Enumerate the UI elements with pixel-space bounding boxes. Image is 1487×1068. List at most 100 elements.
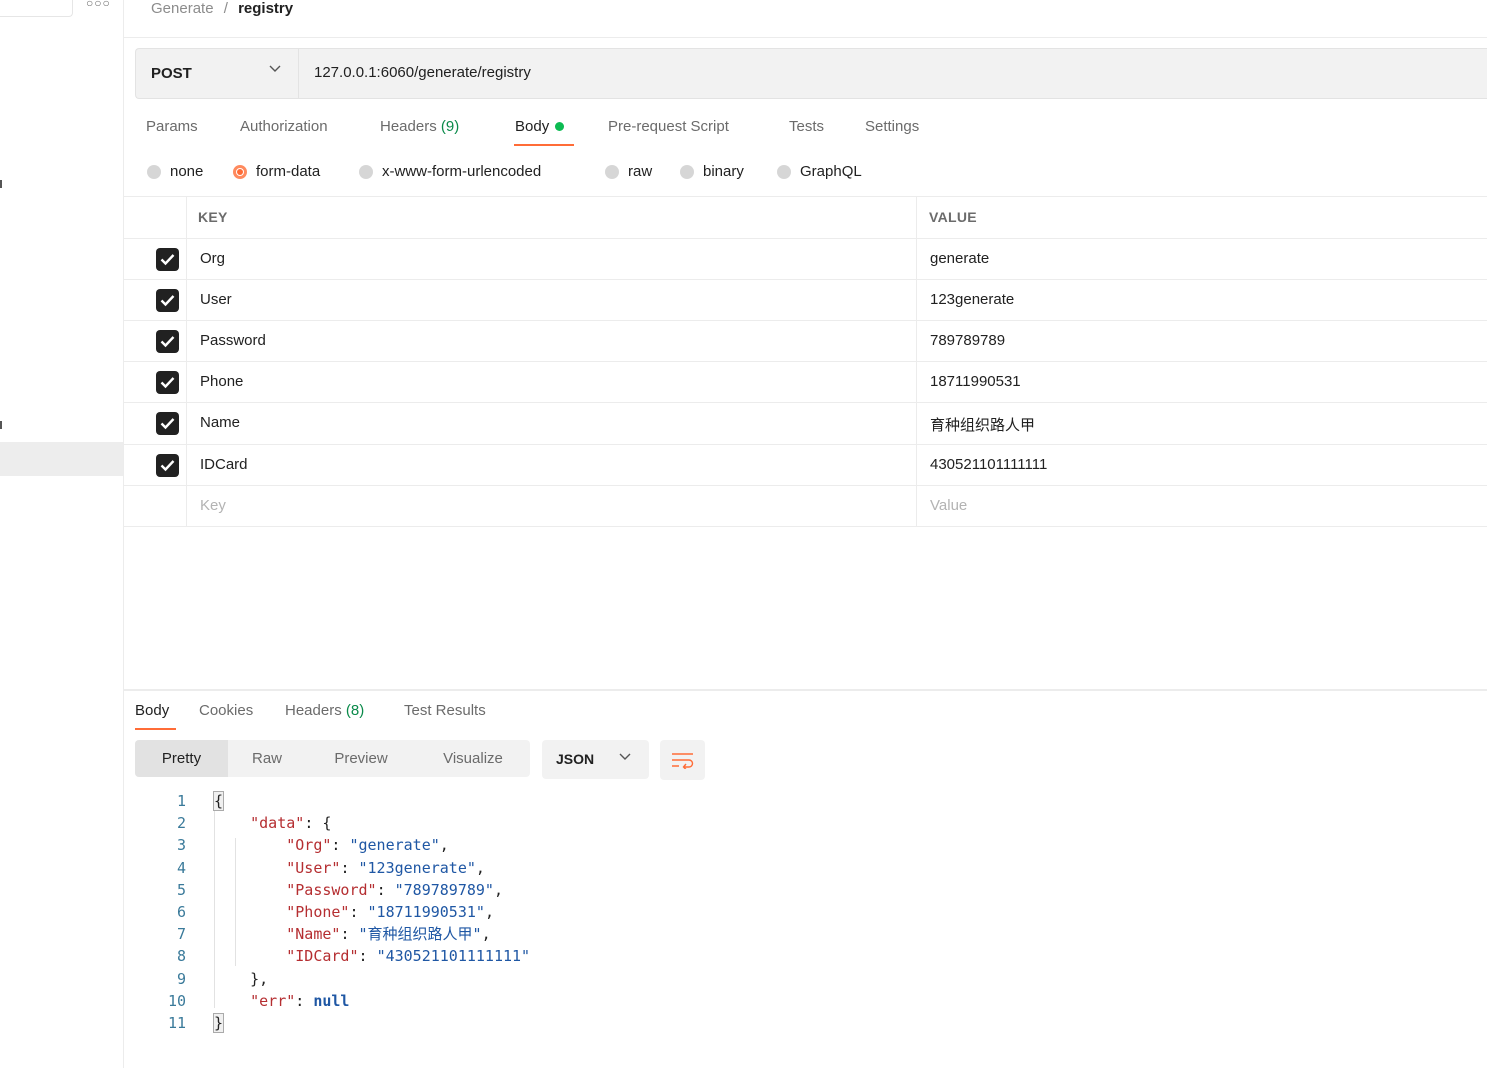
json-string: "generate" bbox=[349, 836, 440, 855]
line-number: 9 bbox=[176, 969, 186, 988]
tab-headers-count: (9) bbox=[440, 118, 460, 135]
sidebar-search-field[interactable] bbox=[0, 0, 73, 17]
row-key[interactable]: Phone bbox=[200, 373, 243, 390]
table-header: KEY VALUE bbox=[124, 196, 1487, 239]
value-column-header: VALUE bbox=[929, 209, 977, 225]
code-line: 11} bbox=[124, 1012, 1487, 1034]
new-value-input[interactable]: Value bbox=[930, 497, 967, 514]
response-body-viewer[interactable]: 1{ 2 "data": { 3 "Org": "generate", 4 "U… bbox=[124, 790, 1487, 1034]
code-line: 8 "IDCard": "430521101111111" bbox=[124, 945, 1487, 967]
json-key: "Phone" bbox=[286, 902, 350, 921]
breadcrumb-current[interactable]: registry bbox=[238, 0, 293, 17]
response-tab-headers[interactable]: Headers (8) bbox=[285, 702, 364, 719]
response-tab-test-results[interactable]: Test Results bbox=[404, 702, 486, 719]
radio-urlencoded-label: x-www-form-urlencoded bbox=[382, 163, 542, 180]
checkbox-checked-icon[interactable] bbox=[156, 330, 179, 353]
column-divider bbox=[916, 280, 917, 320]
response-tabs: Body Cookies Headers (8) Test Results bbox=[124, 700, 1487, 732]
tab-prerequest-script[interactable]: Pre-request Script bbox=[608, 118, 729, 135]
row-checkbox-cell bbox=[124, 486, 187, 526]
request-workspace: Generate / registry POST 127.0.0.1:6060/… bbox=[124, 0, 1487, 1068]
checkbox-checked-icon[interactable] bbox=[156, 289, 179, 312]
json-null: null bbox=[313, 991, 350, 1010]
format-visualize-button[interactable]: Visualize bbox=[416, 740, 530, 777]
row-checkbox-cell bbox=[124, 321, 187, 361]
json-key: "IDCard" bbox=[286, 947, 359, 966]
wrap-lines-icon bbox=[672, 753, 694, 769]
tab-body[interactable]: Body bbox=[515, 118, 565, 135]
tab-headers-label: Headers bbox=[380, 118, 437, 135]
column-divider bbox=[916, 403, 917, 444]
radio-none[interactable]: none bbox=[147, 163, 203, 180]
row-value[interactable]: 789789789 bbox=[930, 332, 1005, 349]
radio-raw[interactable]: raw bbox=[605, 163, 652, 180]
json-string: "育种组织路人甲" bbox=[358, 925, 482, 944]
json-string: "430521101111111" bbox=[376, 947, 531, 966]
radio-urlencoded[interactable]: x-www-form-urlencoded bbox=[359, 163, 541, 180]
checkbox-checked-icon[interactable] bbox=[156, 454, 179, 477]
response-divider[interactable] bbox=[124, 689, 1487, 691]
radio-none-label: none bbox=[170, 163, 204, 180]
response-tab-headers-label: Headers bbox=[285, 702, 342, 719]
wrap-lines-button[interactable] bbox=[660, 740, 705, 780]
column-divider bbox=[916, 486, 917, 526]
line-number: 5 bbox=[176, 880, 186, 899]
line-number: 6 bbox=[176, 902, 186, 921]
row-value[interactable]: 18711990531 bbox=[930, 373, 1021, 390]
radio-binary-label: binary bbox=[703, 163, 744, 180]
table-row: Name 育种组织路人甲 bbox=[124, 403, 1487, 445]
response-tab-body[interactable]: Body bbox=[135, 702, 169, 719]
checkbox-checked-icon[interactable] bbox=[156, 248, 179, 271]
chevron-down-icon bbox=[268, 61, 282, 78]
checkbox-checked-icon[interactable] bbox=[156, 412, 179, 435]
method-select[interactable]: POST bbox=[136, 49, 299, 98]
format-preview-button[interactable]: Preview bbox=[306, 740, 416, 777]
json-key: "Password" bbox=[286, 880, 377, 899]
format-raw-button[interactable]: Raw bbox=[228, 740, 306, 777]
key-column-header: KEY bbox=[198, 209, 228, 225]
tab-authorization[interactable]: Authorization bbox=[240, 118, 328, 135]
code-line: 1{ bbox=[124, 790, 1487, 812]
new-key-input[interactable]: Key bbox=[200, 497, 226, 514]
row-checkbox-cell bbox=[124, 239, 187, 279]
row-value[interactable]: 430521101111111 bbox=[930, 456, 1047, 473]
breadcrumb: Generate / registry bbox=[151, 0, 293, 17]
sidebar-selected-item[interactable] bbox=[0, 442, 123, 476]
table-row: Phone 18711990531 bbox=[124, 362, 1487, 403]
code-line: 3 "Org": "generate", bbox=[124, 834, 1487, 856]
code-line: 2 "data": { bbox=[124, 812, 1487, 834]
tab-settings[interactable]: Settings bbox=[865, 118, 919, 135]
radio-circle bbox=[147, 164, 161, 179]
tab-tests[interactable]: Tests bbox=[789, 118, 824, 135]
row-key[interactable]: User bbox=[200, 291, 232, 308]
response-tab-cookies[interactable]: Cookies bbox=[199, 702, 253, 719]
table-row: User 123generate bbox=[124, 280, 1487, 321]
tab-params[interactable]: Params bbox=[146, 118, 198, 135]
request-tabs: Params Authorization Headers (9) Body Pr… bbox=[124, 112, 1487, 148]
radio-circle bbox=[777, 164, 791, 179]
row-value[interactable]: 123generate bbox=[930, 291, 1014, 308]
divider bbox=[124, 37, 1487, 38]
code-line: 9 }, bbox=[124, 968, 1487, 990]
response-language-select[interactable]: JSON bbox=[542, 740, 649, 779]
tab-headers[interactable]: Headers (9) bbox=[380, 118, 459, 135]
line-number: 4 bbox=[176, 858, 186, 877]
row-key[interactable]: Name bbox=[200, 414, 240, 431]
checkbox-checked-icon[interactable] bbox=[156, 371, 179, 394]
breadcrumb-parent[interactable]: Generate bbox=[151, 0, 214, 17]
row-value[interactable]: generate bbox=[930, 250, 989, 267]
radio-graphql[interactable]: GraphQL bbox=[777, 163, 862, 180]
row-value[interactable]: 育种组织路人甲 bbox=[930, 414, 1035, 435]
more-icon[interactable]: ○○○ bbox=[86, 0, 111, 10]
radio-form-data[interactable]: form-data bbox=[233, 163, 320, 180]
radio-circle-selected bbox=[233, 164, 247, 179]
row-key[interactable]: Org bbox=[200, 250, 225, 267]
format-pretty-button[interactable]: Pretty bbox=[135, 740, 228, 777]
url-input[interactable]: 127.0.0.1:6060/generate/registry bbox=[314, 64, 531, 81]
row-key[interactable]: IDCard bbox=[200, 456, 248, 473]
radio-circle bbox=[605, 164, 619, 179]
checkbox-column-header bbox=[124, 197, 187, 238]
radio-binary[interactable]: binary bbox=[680, 163, 744, 180]
row-key[interactable]: Password bbox=[200, 332, 266, 349]
tab-body-label: Body bbox=[515, 118, 550, 135]
